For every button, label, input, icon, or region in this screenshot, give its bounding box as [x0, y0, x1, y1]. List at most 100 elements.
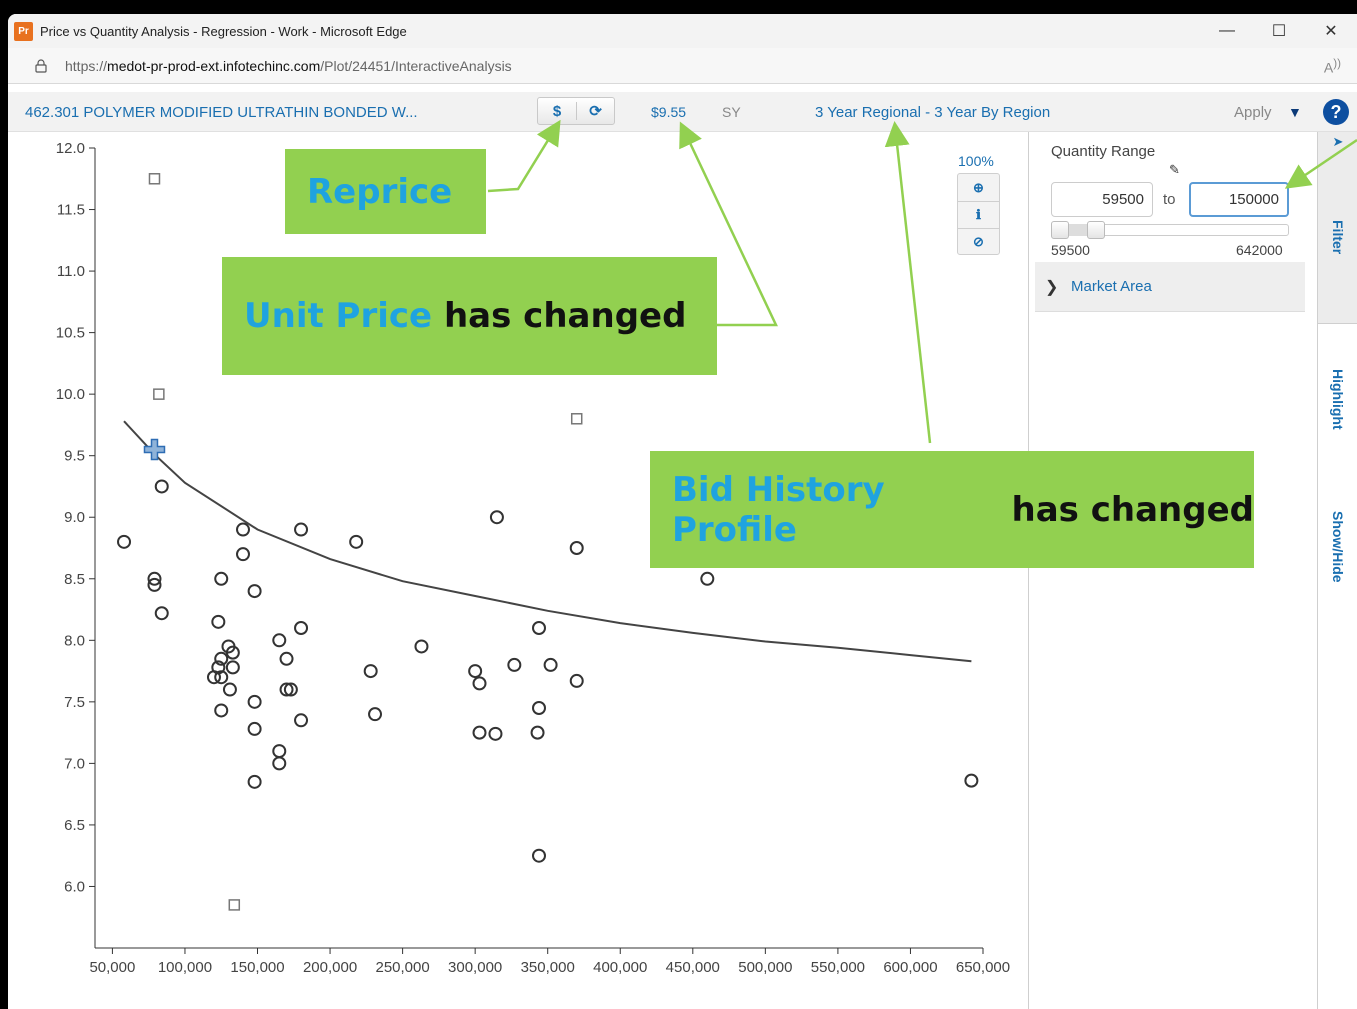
- x-tick-label: 600,000: [883, 959, 937, 976]
- range-max-handle[interactable]: [1087, 221, 1105, 239]
- side-tabs: ➤ Filter Highlight Show/Hide: [1317, 132, 1357, 1009]
- address-bar[interactable]: https://medot-pr-prod-ext.infotechinc.co…: [8, 48, 1357, 84]
- data-point: [532, 621, 546, 635]
- y-tick-label: 11.5: [57, 202, 85, 219]
- unit-price: $9.55: [651, 104, 687, 120]
- data-point: [294, 522, 309, 537]
- data-point: [294, 621, 309, 635]
- unit-label: SY: [722, 104, 741, 120]
- data-point: [154, 479, 169, 494]
- app-icon: Pr: [14, 21, 33, 41]
- data-point: [569, 673, 584, 688]
- y-tick-label: 9.5: [64, 448, 85, 465]
- data-point: [154, 606, 169, 621]
- collapse-arrow-icon[interactable]: ➤: [1318, 132, 1357, 152]
- data-point: [468, 664, 483, 679]
- selected-point: [143, 438, 166, 461]
- data-point: [488, 726, 503, 741]
- data-point: [279, 651, 294, 666]
- market-area-label: Market Area: [1071, 278, 1152, 295]
- data-point: [414, 639, 429, 654]
- data-point: [489, 510, 504, 525]
- info-icon[interactable]: ℹ: [958, 201, 999, 228]
- help-icon[interactable]: ?: [1323, 99, 1349, 125]
- tab-highlight[interactable]: Highlight: [1318, 344, 1357, 454]
- y-tick-label: 6.0: [64, 878, 85, 895]
- data-point: [272, 633, 287, 648]
- data-point: [363, 664, 378, 679]
- bid-history-profile-link[interactable]: 3 Year Regional - 3 Year By Region: [815, 92, 1050, 132]
- x-tick-label: 550,000: [811, 959, 865, 976]
- market-area-section[interactable]: ❯ Market Area: [1035, 262, 1305, 312]
- data-point: [272, 744, 287, 759]
- zoom-in-icon[interactable]: ⊕: [958, 174, 999, 201]
- x-tick-label: 400,000: [593, 959, 647, 976]
- lock-icon[interactable]: [34, 58, 48, 73]
- reset-icon[interactable]: ⊘: [958, 228, 999, 255]
- data-point: [349, 534, 364, 549]
- y-tick-label: 8.0: [64, 632, 85, 649]
- quantity-min-input[interactable]: 59500: [1051, 182, 1153, 217]
- excluded-point: [153, 388, 165, 400]
- filter-panel: Quantity Range ✎ 59500 to 150000 59500 6…: [1028, 132, 1317, 1009]
- zoom-level: 100%: [958, 153, 994, 169]
- apply-dropdown-icon[interactable]: ▼: [1288, 92, 1302, 132]
- to-label: to: [1163, 191, 1176, 208]
- bid-history-callout: Bid History Profile has changed: [650, 451, 1254, 568]
- x-tick-label: 250,000: [375, 959, 429, 976]
- data-point: [532, 701, 546, 715]
- x-tick-label: 100,000: [158, 959, 212, 976]
- close-button[interactable]: ✕: [1305, 14, 1357, 48]
- url-text[interactable]: https://medot-pr-prod-ext.infotechinc.co…: [65, 58, 512, 74]
- window-title: Price vs Quantity Analysis - Regression …: [40, 23, 407, 39]
- data-point: [294, 713, 309, 728]
- chevron-right-icon: ❯: [1045, 278, 1059, 296]
- quantity-max-input[interactable]: 150000: [1189, 182, 1289, 217]
- read-aloud-icon[interactable]: A)): [1324, 57, 1341, 76]
- minimize-button[interactable]: —: [1201, 14, 1253, 48]
- x-tick-label: 350,000: [521, 959, 575, 976]
- y-tick-label: 9.0: [64, 509, 85, 526]
- quantity-range-label: Quantity Range: [1051, 143, 1156, 160]
- reprice-button[interactable]: $: [538, 103, 576, 120]
- apply-button[interactable]: Apply: [1234, 92, 1272, 132]
- data-point: [530, 725, 545, 740]
- range-min-handle[interactable]: [1051, 221, 1069, 239]
- tab-show-hide[interactable]: Show/Hide: [1318, 492, 1357, 602]
- zoom-tools: ⊕ ℹ ⊘: [957, 173, 1000, 255]
- data-point: [368, 707, 383, 722]
- maximize-button[interactable]: ☐: [1253, 14, 1305, 48]
- excluded-point: [570, 413, 583, 425]
- reprice-button-group: $ ⟳: [537, 97, 615, 125]
- y-tick-label: 12.0: [56, 140, 85, 157]
- data-point: [225, 660, 240, 675]
- refresh-icon[interactable]: ⟳: [576, 102, 614, 120]
- data-point: [214, 571, 229, 586]
- data-point: [247, 694, 262, 709]
- tab-filter[interactable]: Filter: [1318, 152, 1357, 324]
- data-point: [236, 547, 250, 562]
- item-title: 462.301 POLYMER MODIFIED ULTRATHIN BONDE…: [25, 103, 418, 121]
- pencil-icon[interactable]: ✎: [1169, 162, 1180, 178]
- data-point: [472, 676, 487, 691]
- data-point: [700, 571, 715, 586]
- data-point: [236, 522, 250, 537]
- y-tick-label: 7.0: [64, 755, 85, 772]
- data-point: [247, 721, 262, 736]
- title-bar: Pr Price vs Quantity Analysis - Regressi…: [8, 14, 1357, 48]
- data-point: [532, 848, 546, 863]
- x-tick-label: 450,000: [666, 959, 720, 976]
- reprice-callout: Reprice: [285, 149, 486, 234]
- data-point: [247, 584, 262, 599]
- x-tick-label: 150,000: [230, 959, 284, 976]
- data-point: [117, 534, 132, 549]
- x-tick-label: 650,000: [956, 959, 1010, 976]
- y-tick-label: 10.5: [56, 325, 85, 342]
- browser-window: Pr Price vs Quantity Analysis - Regressi…: [8, 14, 1357, 1009]
- data-point: [543, 657, 558, 672]
- x-tick-label: 500,000: [738, 959, 792, 976]
- data-point: [214, 703, 229, 718]
- data-point: [507, 657, 522, 672]
- data-point: [569, 541, 584, 555]
- data-point: [211, 614, 226, 629]
